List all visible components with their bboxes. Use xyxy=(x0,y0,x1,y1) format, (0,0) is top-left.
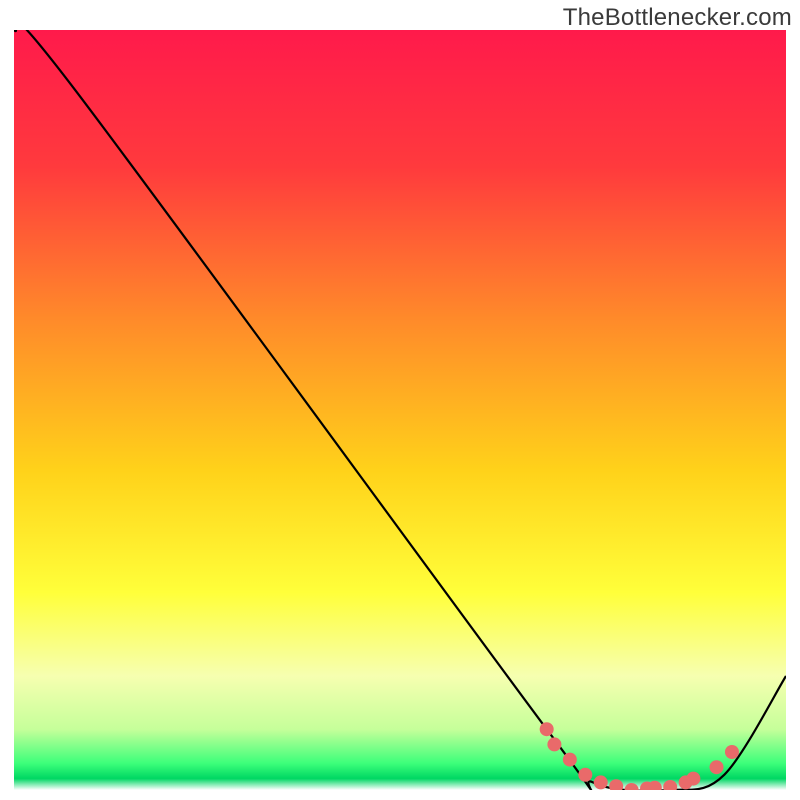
curve-marker-dot xyxy=(563,753,577,767)
curve-marker-dot xyxy=(686,772,700,786)
chart-frame: TheBottlenecker.com xyxy=(0,0,800,800)
curve-marker-dot xyxy=(710,760,724,774)
curve-marker-dot xyxy=(594,775,608,789)
watermark-text: TheBottlenecker.com xyxy=(563,4,792,32)
curve-marker-dot xyxy=(578,768,592,782)
bottleneck-chart xyxy=(14,30,786,790)
curve-marker-dot xyxy=(725,745,739,759)
curve-marker-dot xyxy=(547,737,561,751)
curve-marker-dot xyxy=(540,722,554,736)
gradient-background xyxy=(14,30,786,790)
